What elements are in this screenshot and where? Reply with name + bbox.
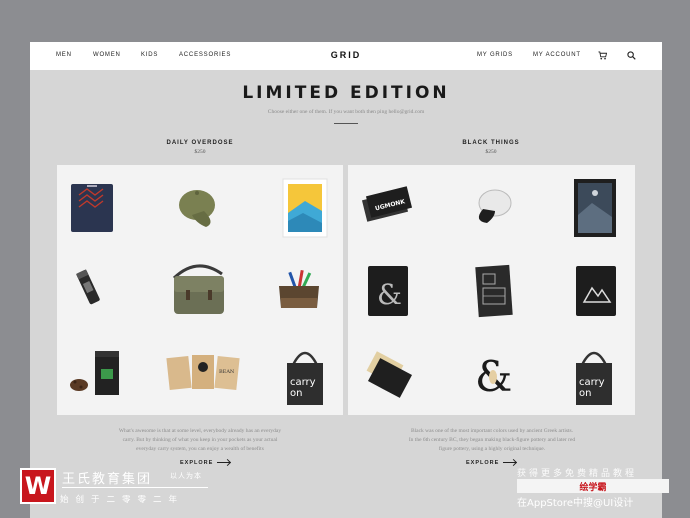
- arrow-right-icon: [217, 462, 231, 464]
- nav-link-my-grids[interactable]: MY GRIDS: [477, 52, 513, 58]
- watermark-company: 王氏教育集团: [62, 472, 153, 487]
- tote-text: on: [579, 388, 591, 399]
- product-kraft-paper-packs[interactable]: BEAN: [152, 335, 248, 415]
- tote-image: carry on: [287, 351, 323, 405]
- frame-print-image: [282, 178, 328, 238]
- description-line: Black was one of the most important colo…: [410, 428, 574, 434]
- explore-label: EXPLORE: [466, 460, 500, 466]
- product-framed-mountain-print[interactable]: [247, 165, 343, 245]
- watermark-promo: 获得更多免费精品教程: [517, 469, 638, 479]
- collection-description-daily-overdose: What's awesome is that at some level, ev…: [80, 427, 320, 454]
- product-mountain-tshirt[interactable]: [538, 250, 634, 330]
- product-ugmonk-business-cards[interactable]: UGMONK: [348, 165, 444, 245]
- tote-text: carry: [579, 377, 605, 388]
- bag-image: [172, 264, 224, 314]
- description-line: everyday carry system, you can enjoy a w…: [136, 446, 264, 452]
- notebook-image: [475, 264, 513, 318]
- pouch-image: [279, 269, 319, 308]
- description-line: In the 6th century BC, they began making…: [408, 437, 576, 443]
- page-subtitle: Choose either one of them. If you want b…: [267, 109, 425, 115]
- top-nav: MEN WOMEN KIDS ACCESSORIES GRID MY GRIDS…: [30, 42, 662, 70]
- bottle-image: [76, 269, 100, 305]
- cap-image: [478, 189, 512, 223]
- collection-header-daily-overdose: DAILY OVERDOSE $250: [130, 140, 270, 155]
- collection-name[interactable]: DAILY OVERDOSE: [130, 140, 270, 146]
- tshirt-image: &: [368, 266, 408, 316]
- product-navy-tshirt[interactable]: [57, 165, 153, 245]
- product-carry-on-tote[interactable]: carry on: [538, 335, 634, 415]
- product-grid-notebook[interactable]: [443, 250, 539, 330]
- tshirt-image: [576, 266, 616, 316]
- explore-label: EXPLORE: [180, 460, 214, 466]
- description-line: figure pottery, using a highly original …: [438, 446, 546, 452]
- collection-price: $250: [485, 149, 497, 155]
- collection-name[interactable]: BLACK THINGS: [421, 140, 561, 146]
- collection-panel-daily-overdose[interactable]: BEAN carry on: [57, 165, 343, 415]
- sculpture-image: &: [475, 352, 512, 401]
- product-dark-mountain-print[interactable]: [538, 165, 634, 245]
- watermark-tagline: 始创于二零零二年: [60, 495, 185, 505]
- explore-link-daily-overdose[interactable]: EXPLORE: [180, 460, 231, 466]
- paper-packs-image: BEAN: [166, 355, 240, 391]
- collection-price: $250: [194, 149, 206, 155]
- product-olive-cap[interactable]: [152, 165, 248, 245]
- product-white-black-cap[interactable]: [443, 165, 539, 245]
- product-carry-on-tote[interactable]: carry on: [247, 335, 343, 415]
- product-canvas-messenger-bag[interactable]: [152, 250, 248, 330]
- arrow-right-icon: [503, 462, 517, 464]
- explore-link-black-things[interactable]: EXPLORE: [466, 460, 517, 466]
- watermark-logo: W: [20, 468, 56, 504]
- product-thermos-bottle[interactable]: [57, 250, 153, 330]
- tote-text: carry: [290, 377, 316, 388]
- coffee-image: [70, 351, 119, 395]
- title-divider: [334, 123, 358, 124]
- watermark-badge-text: 绘学霸: [579, 483, 607, 493]
- nav-link-my-account[interactable]: MY ACCOUNT: [533, 52, 581, 58]
- description-line: What's awesome is that at some level, ev…: [118, 428, 282, 434]
- product-coffee-set[interactable]: [57, 335, 153, 415]
- collection-panel-black-things[interactable]: UGMONK & carry on: [348, 165, 635, 415]
- tote-text: on: [290, 388, 302, 399]
- watermark-appstore: 在AppStore中搜@UI设计: [517, 498, 634, 509]
- product-ampersand-sculpture[interactable]: &: [443, 335, 539, 415]
- product-leather-wallet[interactable]: [348, 335, 444, 415]
- collection-description-black-things: Black was one of the most important colo…: [372, 427, 612, 454]
- product-ampersand-tshirt[interactable]: &: [348, 250, 444, 330]
- search-icon[interactable]: [627, 51, 636, 60]
- collection-header-black-things: BLACK THINGS $250: [421, 140, 561, 155]
- page-title: LIMITED EDITION: [242, 83, 450, 103]
- dark-print-image: [574, 179, 616, 237]
- description-line: carry. But by thinking of what you keep …: [122, 437, 278, 443]
- wallet-image: [366, 351, 412, 398]
- svg-text:BEAN: BEAN: [219, 369, 235, 375]
- cards-image: UGMONK: [361, 186, 413, 222]
- cap-image: [179, 190, 215, 227]
- svg-text:&: &: [377, 278, 402, 311]
- cart-icon[interactable]: [598, 51, 607, 60]
- page-frame: MEN WOMEN KIDS ACCESSORIES GRID MY GRIDS…: [30, 42, 662, 518]
- product-tool-pouch[interactable]: [247, 250, 343, 330]
- watermark-divider: [62, 487, 208, 488]
- watermark-badge: 绘学霸: [517, 479, 669, 493]
- tshirt-image: [71, 184, 113, 232]
- watermark-motto: 以人为本: [170, 472, 202, 480]
- tote-image: carry on: [576, 351, 612, 405]
